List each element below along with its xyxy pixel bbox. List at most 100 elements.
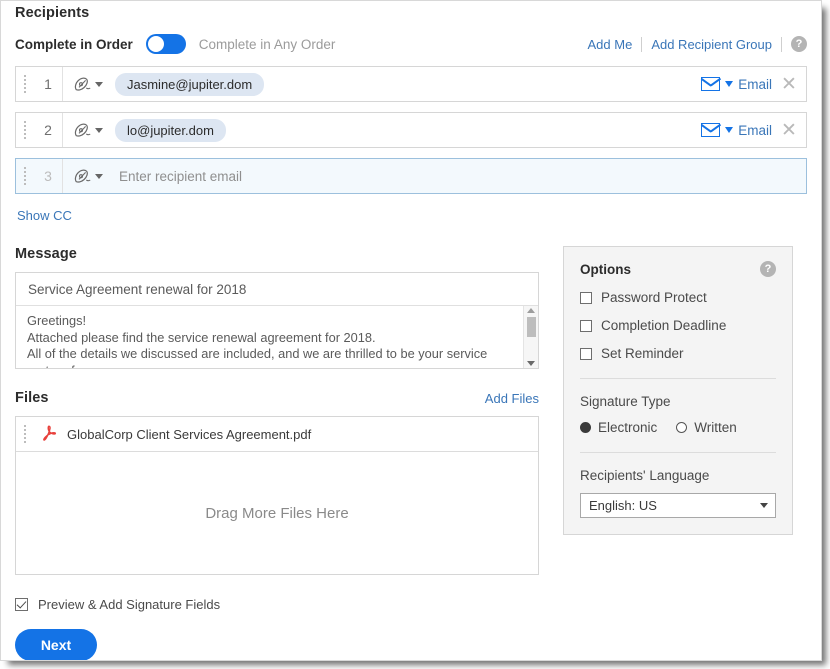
complete-order-toggle[interactable] [145,34,186,54]
option-label: Password Protect [601,290,707,305]
recipient-email-chip[interactable]: lo@jupiter.dom [115,118,226,142]
add-me-link[interactable]: Add Me [588,37,633,52]
complete-in-any-order-label: Complete in Any Order [198,36,336,52]
files-section-header: Files Add Files [15,390,539,406]
drag-handle-icon[interactable] [24,121,34,139]
message-title: Message [15,246,77,262]
message-body-line: Greetings! [27,313,87,328]
help-icon[interactable]: ? [791,36,807,52]
recipients-section-header: Recipients Complete in Order Complete in… [1,1,821,56]
option-label: Set Reminder [601,346,684,361]
recipients-language-select[interactable]: English: US [580,493,776,518]
recipient-role-selector[interactable] [63,76,111,93]
message-body-line: All of the details we discussed are incl… [27,346,488,368]
file-list-item[interactable]: GlobalCorp Client Services Agreement.pdf [16,417,538,452]
scrollbar-thumb[interactable] [526,317,536,337]
option-password-protect[interactable]: Password Protect [580,290,776,305]
message-body-wrap: Greetings! Attached please find the serv… [16,306,538,368]
signature-type-label: Signature Type [580,394,671,409]
recipient-email-input-placeholder[interactable]: Enter recipient email [119,169,242,184]
divider [641,36,643,52]
files-title: Files [15,390,49,406]
delivery-method-label: Email [738,76,772,92]
complete-in-order-label: Complete in Order [15,36,133,52]
option-completion-deadline[interactable]: Completion Deadline [580,318,776,333]
radio-electronic[interactable]: Electronic [580,420,657,435]
add-files-link[interactable]: Add Files [485,391,539,406]
option-set-reminder[interactable]: Set Reminder [580,346,776,361]
delivery-method-selector[interactable]: Email [701,77,772,92]
envelope-icon [701,77,721,91]
scrollbar-track[interactable] [524,313,538,361]
recipient-row-empty[interactable]: 3 Enter recipient email [15,158,807,194]
delivery-method-label: Email [738,122,772,138]
chevron-down-icon [725,81,734,87]
file-drop-zone[interactable]: Drag More Files Here [16,452,538,574]
recipient-order-number: 3 [44,168,52,184]
options-title: Options [580,261,631,277]
recipient-order-number: 2 [44,122,52,138]
signature-pen-icon [74,123,91,137]
chevron-down-icon [760,503,768,508]
file-name: GlobalCorp Client Services Agreement.pdf [67,426,312,442]
right-column: Options ? Password Protect Completion De… [563,246,793,535]
drag-handle-icon[interactable] [24,75,34,93]
remove-recipient-button[interactable]: ✕ [772,73,806,96]
checkbox-icon[interactable] [580,347,592,360]
checkbox-checked-icon[interactable] [15,598,28,611]
divider [580,452,776,453]
help-icon[interactable]: ? [760,261,776,277]
chevron-down-icon [95,127,103,133]
recipient-row-actions: Email ✕ [701,119,806,142]
recipient-row-actions: Email ✕ [701,73,806,96]
radio-icon-selected[interactable] [580,422,591,433]
recipient-email-chip[interactable]: Jasmine@jupiter.dom [115,72,265,96]
recipient-role-selector[interactable] [63,122,111,139]
divider [580,378,776,379]
show-cc-link[interactable]: Show CC [17,208,72,223]
delivery-method-selector[interactable]: Email [701,123,772,138]
select-value: English: US [589,498,657,513]
toggle-knob [147,36,164,52]
message-subject-input[interactable]: Service Agreement renewal for 2018 [16,273,538,306]
preview-label: Preview & Add Signature Fields [38,597,221,612]
main-columns: Message Service Agreement renewal for 20… [1,246,821,575]
checkbox-icon[interactable] [580,291,592,304]
message-body-textarea[interactable]: Greetings! Attached please find the serv… [16,306,523,368]
preview-add-signature-fields-checkbox[interactable]: Preview & Add Signature Fields [15,597,807,612]
drop-zone-label: Drag More Files Here [205,504,349,522]
recipients-title: Recipients [15,5,90,21]
chevron-down-icon [95,173,103,179]
recipient-rows: 1 Jasmine@jupiter.dom Email ✕ 2 lo@jupit… [1,66,821,194]
radio-icon[interactable] [676,422,688,433]
radio-label: Electronic [598,420,658,435]
footer: Preview & Add Signature Fields Next [1,597,821,660]
left-column: Message Service Agreement renewal for 20… [15,246,539,575]
drag-handle-icon[interactable] [24,425,34,443]
option-label: Completion Deadline [601,318,727,333]
options-panel: Options ? Password Protect Completion De… [563,246,793,535]
message-body-line: Attached please find the service renewal… [27,329,376,345]
next-button[interactable]: Next [15,629,97,660]
send-document-window: Recipients Complete in Order Complete in… [0,0,822,661]
recipient-role-selector[interactable] [63,168,111,185]
signature-pen-icon [74,169,91,183]
signature-pen-icon [74,77,91,91]
radio-label: Written [694,420,737,435]
message-box: Service Agreement renewal for 2018 Greet… [15,272,539,369]
scroll-down-icon[interactable] [527,361,535,366]
divider [781,36,782,52]
recipient-order-number: 1 [44,76,52,92]
chevron-down-icon [725,127,734,133]
add-recipient-group-link[interactable]: Add Recipient Group [651,37,772,52]
recipients-links: Add Me Add Recipient Group ? [588,36,807,52]
checkbox-icon[interactable] [580,319,592,332]
remove-recipient-button[interactable]: ✕ [772,119,806,142]
recipient-row[interactable]: 1 Jasmine@jupiter.dom Email ✕ [15,66,807,102]
message-scrollbar[interactable] [523,306,538,368]
recipient-row[interactable]: 2 lo@jupiter.dom Email ✕ [15,112,807,148]
radio-written[interactable]: Written [676,420,737,435]
pdf-icon [43,425,57,441]
files-box: GlobalCorp Client Services Agreement.pdf… [15,416,539,575]
drag-handle-icon [24,167,34,185]
